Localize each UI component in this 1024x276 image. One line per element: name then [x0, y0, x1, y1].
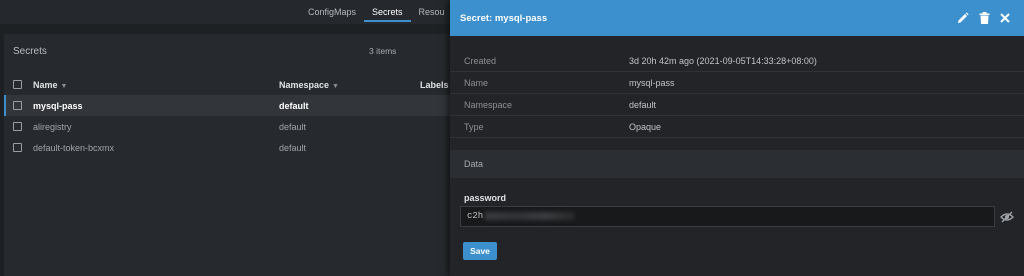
detail-row-created: Created 3d 20h 42m ago (2021-09-05T14:33…	[450, 50, 1024, 72]
row-checkbox[interactable]	[13, 143, 22, 152]
column-name[interactable]: Name ▼	[33, 80, 67, 90]
drawer-header: Secret: mysql-pass	[450, 0, 1024, 36]
close-icon[interactable]	[996, 9, 1014, 27]
sort-arrow-icon: ▼	[332, 82, 339, 90]
detail-key: Created	[464, 55, 497, 66]
row-name: aliregistry	[33, 121, 72, 132]
table-row[interactable]: mysql-pass default	[4, 95, 450, 116]
detail-value: Opaque	[629, 121, 662, 132]
detail-value: mysql-pass	[629, 77, 675, 88]
row-checkbox[interactable]	[13, 122, 22, 131]
table-row[interactable]: aliregistry default	[4, 116, 450, 137]
detail-row-type: Type Opaque	[450, 116, 1024, 138]
trash-icon[interactable]	[975, 9, 993, 27]
pencil-icon[interactable]	[954, 9, 972, 27]
detail-key: Type	[464, 121, 484, 132]
row-name: default-token-bcxmx	[33, 142, 115, 153]
eye-off-icon[interactable]	[1000, 210, 1014, 224]
secrets-list-panel: Secrets 3 items Name ▼ Namespace ▼ Labels …	[4, 34, 450, 276]
table-row[interactable]: default-token-bcxmx default	[4, 137, 450, 158]
detail-row-namespace: Namespace default	[450, 94, 1024, 116]
select-all-checkbox[interactable]	[13, 80, 22, 89]
secret-detail-drawer: Secret: mysql-pass Created 3d 20h 42m ag…	[450, 0, 1024, 276]
row-namespace: default	[279, 142, 307, 153]
detail-value: default	[629, 99, 657, 110]
tab-resources[interactable]: Resou	[411, 0, 453, 24]
data-section-header: Data	[450, 150, 1024, 178]
row-namespace: default	[279, 121, 307, 132]
sort-arrow-icon: ▼	[60, 82, 68, 90]
row-checkbox[interactable]	[13, 101, 22, 110]
detail-key: Name	[464, 77, 489, 88]
drawer-title: Secret: mysql-pass	[460, 12, 548, 24]
column-namespace[interactable]: Namespace ▼	[279, 80, 339, 90]
list-title: Secrets	[13, 45, 47, 57]
detail-key: Namespace	[464, 99, 513, 110]
save-button[interactable]: Save	[463, 242, 497, 260]
row-name: mysql-pass	[33, 100, 83, 111]
tab-configmaps[interactable]: ConfigMaps	[300, 0, 364, 24]
password-field[interactable]: c2h	[460, 206, 995, 227]
selection-indicator	[4, 95, 6, 116]
row-namespace: default	[279, 100, 309, 111]
password-label: password	[464, 193, 507, 203]
tab-secrets[interactable]: Secrets	[364, 0, 411, 24]
item-count: 3 items	[369, 46, 397, 56]
password-value: c2h	[467, 211, 484, 221]
resource-tabs: ConfigMaps Secrets Resou	[300, 0, 453, 24]
table-header: Name ▼ Namespace ▼ Labels	[4, 74, 450, 95]
detail-row-name: Name mysql-pass	[450, 72, 1024, 94]
redacted-blur	[485, 211, 576, 220]
column-labels[interactable]: Labels	[420, 80, 449, 90]
detail-value: 3d 20h 42m ago (2021-09-05T14:33:28+08:0…	[629, 55, 817, 66]
